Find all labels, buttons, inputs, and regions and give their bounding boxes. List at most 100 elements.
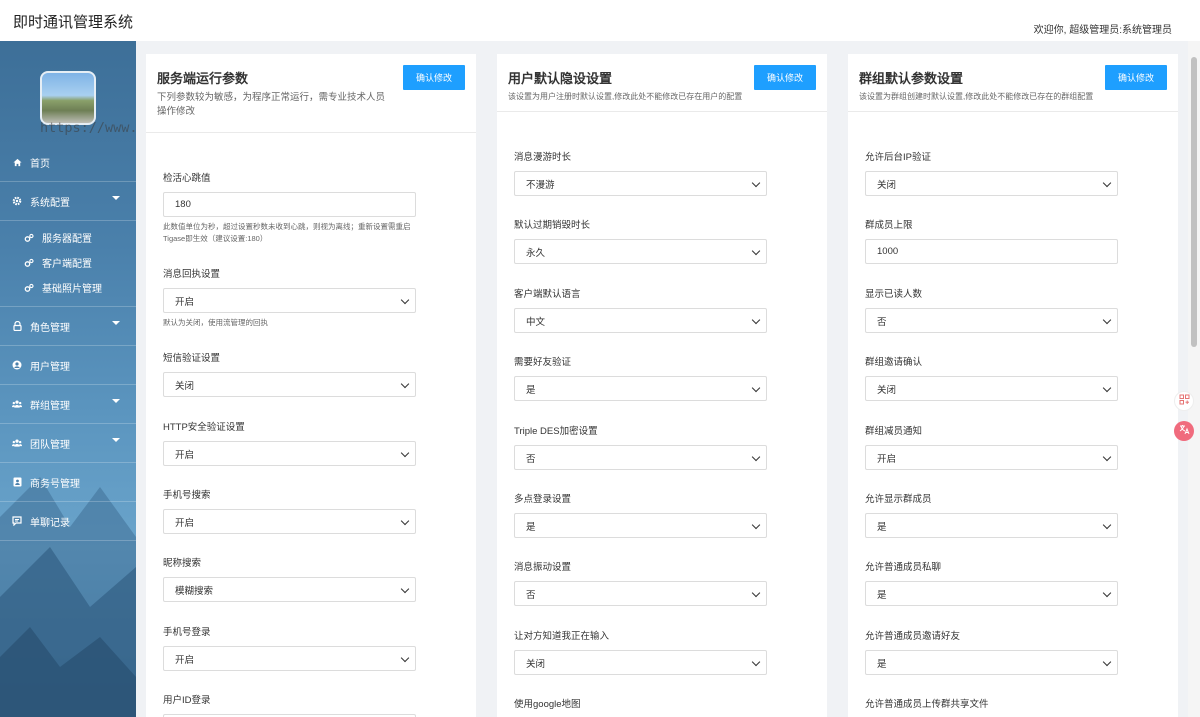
field-show-members: 允许显示群成员 是	[865, 493, 1118, 538]
chevron-down-icon	[112, 438, 120, 442]
friend-verify-select[interactable]: 是	[514, 376, 767, 401]
chevron-down-icon	[112, 321, 120, 325]
panel-title: 服务端运行参数	[157, 71, 249, 86]
field-label: 群组减员通知	[865, 426, 923, 437]
field-hint: 默认为关闭，使用流管理的回执	[163, 318, 268, 327]
field-client-language: 客户端默认语言 中文	[514, 288, 767, 333]
field-label: 需要好友验证	[514, 357, 572, 368]
field-label: HTTP安全验证设置	[163, 422, 245, 433]
field-label: 手机号搜索	[163, 490, 211, 501]
field-userid-login: 用户ID登录	[163, 694, 416, 717]
sidebar-item-label: 角色管理	[30, 322, 70, 334]
panel-server-params: 服务端运行参数 下列参数较为敏感，为程序正常运行，需专业技术人员操作修改 确认修…	[146, 54, 476, 717]
sidebar-item-team-management[interactable]: 团队管理	[0, 424, 136, 463]
confirm-button[interactable]: 确认修改	[754, 65, 816, 90]
chevron-down-icon	[400, 516, 410, 526]
cogs-icon	[24, 283, 34, 293]
lock-icon	[12, 321, 22, 331]
sidebar-item-business-account[interactable]: 商务号管理	[0, 463, 136, 502]
member-leave-notify-select[interactable]: 开启	[865, 445, 1118, 470]
sidebar-subitem-label: 客户端配置	[42, 259, 92, 270]
floating-translate-button[interactable]	[1174, 421, 1194, 441]
sidebar-item-user-management[interactable]: 用户管理	[0, 346, 136, 385]
field-label: 使用google地图	[514, 699, 581, 710]
sidebar-subitem-label: 服务器配置	[42, 234, 92, 245]
sidebar-item-label: 群组管理	[30, 400, 70, 412]
select-value: 是	[877, 521, 887, 533]
backend-ip-verify-select[interactable]: 关闭	[865, 171, 1118, 196]
show-read-count-select[interactable]: 否	[865, 308, 1118, 333]
field-label: 允许普通成员邀请好友	[865, 631, 961, 642]
field-label: 允许显示群成员	[865, 494, 932, 505]
sidebar: https://www.huzhan.com/ishop47990 首页 系统配…	[0, 41, 136, 717]
sidebar-item-role-management[interactable]: 角色管理	[0, 307, 136, 346]
message-receipt-select[interactable]: 开启	[163, 288, 416, 313]
message-vibrate-select[interactable]: 否	[514, 581, 767, 606]
field-label: 消息漫游时长	[514, 152, 572, 163]
select-value: 开启	[175, 654, 195, 666]
confirm-button[interactable]: 确认修改	[1105, 65, 1167, 90]
phone-login-select[interactable]: 开启	[163, 646, 416, 671]
chevron-down-icon	[112, 196, 120, 200]
cogs-icon	[24, 233, 34, 243]
avatar[interactable]	[40, 71, 96, 125]
gear-icon	[12, 196, 22, 206]
welcome-text: 欢迎你, 超级管理员:系统管理员	[1033, 25, 1172, 36]
field-member-private-chat: 允许普通成员私聊 是	[865, 561, 1118, 606]
sidebar-subitem-photo-management[interactable]: 基础照片管理	[0, 275, 136, 300]
nickname-search-select[interactable]: 模糊搜索	[163, 577, 416, 602]
heartbeat-input[interactable]: 180	[163, 192, 416, 217]
sidebar-item-label: 商务号管理	[30, 478, 80, 490]
field-default-expire: 默认过期销毁时长 永久	[514, 219, 767, 264]
sidebar-item-home[interactable]: 首页	[0, 143, 136, 182]
typing-indicator-select[interactable]: 关闭	[514, 650, 767, 675]
field-label: 检活心跳值	[163, 173, 211, 184]
member-invite-friends-select[interactable]: 是	[865, 650, 1118, 675]
sidebar-item-system-config[interactable]: 系统配置	[0, 182, 136, 221]
sidebar-subitem-client-config[interactable]: 客户端配置	[0, 250, 136, 275]
select-value: 开启	[877, 453, 897, 465]
confirm-button[interactable]: 确认修改	[403, 65, 465, 90]
page-scrollbar[interactable]	[1188, 41, 1200, 717]
select-value: 开启	[175, 517, 195, 529]
floating-tool-button[interactable]	[1174, 391, 1194, 411]
field-label: 允许普通成员上传群共享文件	[865, 699, 989, 710]
scrollbar-thumb[interactable]	[1191, 57, 1197, 347]
field-member-limit: 群成员上限 1000	[865, 219, 1118, 264]
chevron-down-icon	[751, 657, 761, 667]
sms-verify-select[interactable]: 关闭	[163, 372, 416, 397]
panel-header: 服务端运行参数 下列参数较为敏感，为程序正常运行，需专业技术人员操作修改 确认修…	[146, 54, 476, 133]
message-roaming-select[interactable]: 不漫游	[514, 171, 767, 196]
default-expire-select[interactable]: 永久	[514, 239, 767, 264]
select-value: 开启	[175, 449, 195, 461]
field-message-roaming: 消息漫游时长 不漫游	[514, 151, 767, 196]
home-icon	[12, 157, 22, 167]
chevron-down-icon	[112, 399, 120, 403]
multi-login-select[interactable]: 是	[514, 513, 767, 538]
field-heartbeat: 检活心跳值 180 此数值单位为秒，超过设置秒数未收到心跳，则视为离线；重新设置…	[163, 172, 416, 245]
select-value: 是	[526, 384, 536, 396]
field-friend-verify: 需要好友验证 是	[514, 356, 767, 401]
sidebar-item-chat-records[interactable]: 单聊记录	[0, 502, 136, 541]
select-value: 是	[526, 521, 536, 533]
chevron-down-icon	[1102, 588, 1112, 598]
select-value: 关闭	[877, 384, 897, 396]
member-private-chat-select[interactable]: 是	[865, 581, 1118, 606]
field-label: 显示已读人数	[865, 289, 923, 300]
client-language-select[interactable]: 中文	[514, 308, 767, 333]
chevron-down-icon	[1102, 657, 1112, 667]
show-members-select[interactable]: 是	[865, 513, 1118, 538]
field-phone-search: 手机号搜索 开启	[163, 489, 416, 534]
invite-confirm-select[interactable]: 关闭	[865, 376, 1118, 401]
field-http-security: HTTP安全验证设置 开启	[163, 421, 416, 466]
sidebar-item-group-management[interactable]: 群组管理	[0, 385, 136, 424]
sidebar-subitem-server-config[interactable]: 服务器配置	[0, 225, 136, 250]
triple-des-select[interactable]: 否	[514, 445, 767, 470]
select-value: 关闭	[526, 658, 546, 670]
http-security-select[interactable]: 开启	[163, 441, 416, 466]
field-multi-login: 多点登录设置 是	[514, 493, 767, 538]
phone-search-select[interactable]: 开启	[163, 509, 416, 534]
member-limit-input[interactable]: 1000	[865, 239, 1118, 264]
chevron-down-icon	[1102, 520, 1112, 530]
team-icon	[12, 438, 22, 448]
